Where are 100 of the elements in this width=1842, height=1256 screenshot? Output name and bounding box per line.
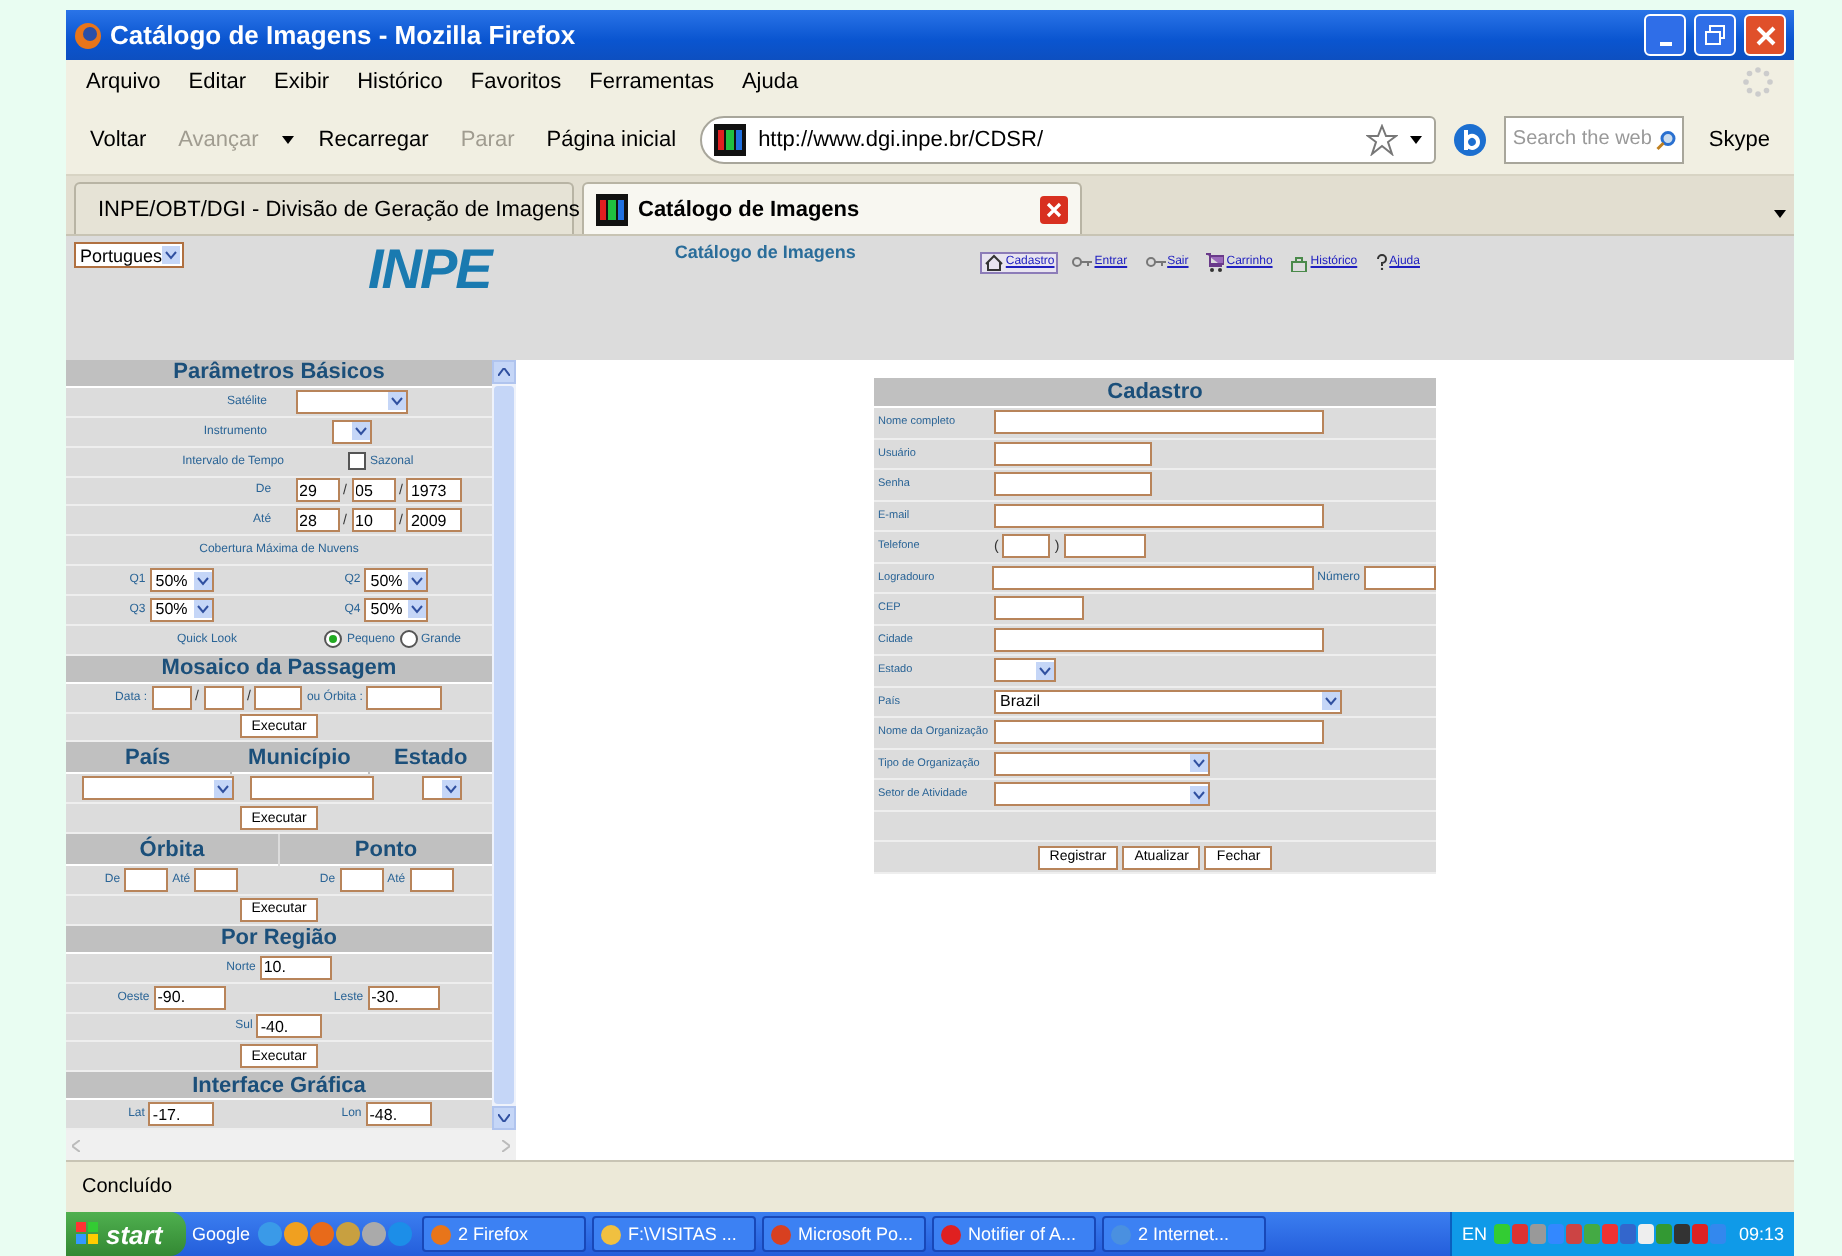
dropdown-arrow-icon (1410, 135, 1423, 143)
dropdown[interactable] (994, 751, 1210, 776)
radio-button[interactable] (324, 630, 343, 649)
key-icon (1145, 256, 1166, 268)
input-field[interactable] (994, 627, 1324, 652)
input-field[interactable] (994, 472, 1152, 497)
input-field[interactable]: 10. (259, 955, 332, 980)
tray-icons-drawing[interactable] (1494, 1220, 1731, 1248)
menu-item[interactable]: Arquivo (86, 70, 161, 94)
menu-item[interactable]: Exibir (274, 70, 330, 94)
taskbar-button[interactable]: Microsoft Po... (762, 1216, 927, 1252)
throbber-icon (1742, 66, 1774, 98)
input-field[interactable]: 05 (351, 478, 395, 503)
caret-icon (162, 246, 181, 264)
toolbar-button[interactable]: Voltar (82, 127, 155, 151)
input-field[interactable] (994, 596, 1084, 621)
dgi-favicon-icon (596, 193, 628, 225)
start-button[interactable]: start (66, 1212, 186, 1256)
input-field[interactable]: 29 (295, 478, 340, 503)
app-icon (600, 1223, 623, 1245)
radio-button[interactable] (399, 630, 417, 649)
dropdown[interactable] (994, 658, 1056, 683)
caret-icon (1036, 661, 1054, 680)
input-field[interactable]: -40. (256, 1014, 323, 1039)
caret-icon (441, 779, 459, 798)
input-field[interactable]: 2009 (406, 508, 463, 533)
dropdown[interactable]: Brazil (994, 689, 1342, 714)
dropdown[interactable]: 50% (149, 568, 214, 593)
input-field[interactable]: -17. (148, 1102, 215, 1127)
dropdown[interactable] (421, 776, 461, 801)
input-field[interactable] (994, 720, 1324, 745)
dropdown[interactable]: 50% (364, 568, 429, 593)
quick-launch-drawing[interactable] (256, 1220, 417, 1248)
window-title: Catálogo de Imagens - Mozilla Firefox (110, 20, 578, 50)
input-field[interactable]: -90. (153, 985, 226, 1010)
input-field[interactable] (203, 685, 243, 710)
taskbar-button[interactable]: 2 Internet... (1102, 1216, 1267, 1252)
status-text: Concluído (82, 1176, 173, 1198)
checkbox[interactable] (348, 452, 366, 471)
input-field[interactable] (1002, 534, 1051, 559)
dropdown[interactable] (331, 419, 371, 444)
input-field[interactable] (994, 441, 1152, 466)
input-field[interactable]: -48. (365, 1102, 432, 1127)
menu-item[interactable]: Histórico (357, 70, 443, 94)
app-icon (430, 1223, 453, 1245)
scrollbar[interactable] (492, 360, 516, 1130)
taskbar-button[interactable]: 2 Firefox (422, 1216, 587, 1252)
menu-item[interactable]: Ferramentas (589, 70, 714, 94)
input-field[interactable] (249, 776, 373, 801)
input-field[interactable] (1364, 565, 1436, 590)
search-icon (1655, 125, 1677, 153)
dropdown[interactable]: 50% (149, 597, 214, 622)
caret-icon (387, 392, 405, 411)
input-field[interactable] (124, 868, 169, 893)
input-field[interactable] (151, 685, 192, 710)
caret-icon (351, 422, 369, 441)
menu-item[interactable]: Favoritos (470, 70, 562, 94)
input-field[interactable] (1063, 534, 1146, 559)
taskbar-button[interactable]: Notifier of A... (932, 1216, 1097, 1252)
caret-icon (213, 779, 231, 798)
input-field[interactable]: 1973 (406, 478, 463, 503)
toolbar-button[interactable]: Recarregar (310, 127, 437, 151)
maximize-button[interactable] (1694, 14, 1736, 56)
section-header: Por Região (66, 925, 492, 954)
minimize-button[interactable] (1644, 14, 1686, 56)
column-header: País (66, 742, 230, 775)
menu-item[interactable]: Ajuda (741, 70, 799, 94)
input-field[interactable]: -30. (367, 985, 440, 1010)
menu-item[interactable]: Editar (188, 70, 247, 94)
input-field[interactable] (994, 410, 1324, 435)
input-field[interactable] (366, 685, 443, 710)
browser-tab[interactable]: INPE/OBT/DGI - Divisão de Geração de Imagens (74, 182, 574, 234)
close-button[interactable] (1744, 14, 1786, 56)
input-field[interactable]: 10 (351, 508, 395, 533)
input-field[interactable]: 28 (295, 508, 340, 533)
input-field[interactable] (194, 868, 239, 893)
key-icon (1072, 256, 1093, 268)
toolbar-label[interactable]: Google (192, 1224, 251, 1244)
horizontal-scrollbar[interactable] (66, 1130, 516, 1160)
restore-icon (1704, 24, 1726, 46)
address-bar[interactable]: http://www.dgi.inpe.br/CDSR/ (700, 115, 1437, 163)
dropdown[interactable]: 50% (364, 597, 429, 622)
app-icon (940, 1223, 963, 1245)
dropdown[interactable] (994, 782, 1210, 807)
toolbar-button[interactable]: Página inicial (538, 127, 685, 151)
search-engine-icon (1452, 121, 1489, 157)
input-field[interactable] (339, 868, 384, 893)
browser-tab[interactable]: Catálogo de Imagens (582, 182, 1082, 234)
dropdown[interactable] (81, 776, 233, 801)
dropdown[interactable] (295, 389, 407, 414)
input-field[interactable] (409, 868, 454, 893)
toolbar-button[interactable]: Skype (1700, 127, 1778, 151)
taskbar-button[interactable]: F:\VISITAS ... (592, 1216, 757, 1252)
help-icon (1375, 254, 1388, 270)
language-dropdown[interactable]: Portugues (74, 242, 184, 268)
input-field[interactable] (991, 565, 1314, 590)
input-field[interactable] (994, 503, 1324, 528)
tab-list-icon[interactable] (1774, 210, 1786, 218)
input-field[interactable] (254, 685, 303, 710)
minimize-icon (1659, 41, 1671, 45)
